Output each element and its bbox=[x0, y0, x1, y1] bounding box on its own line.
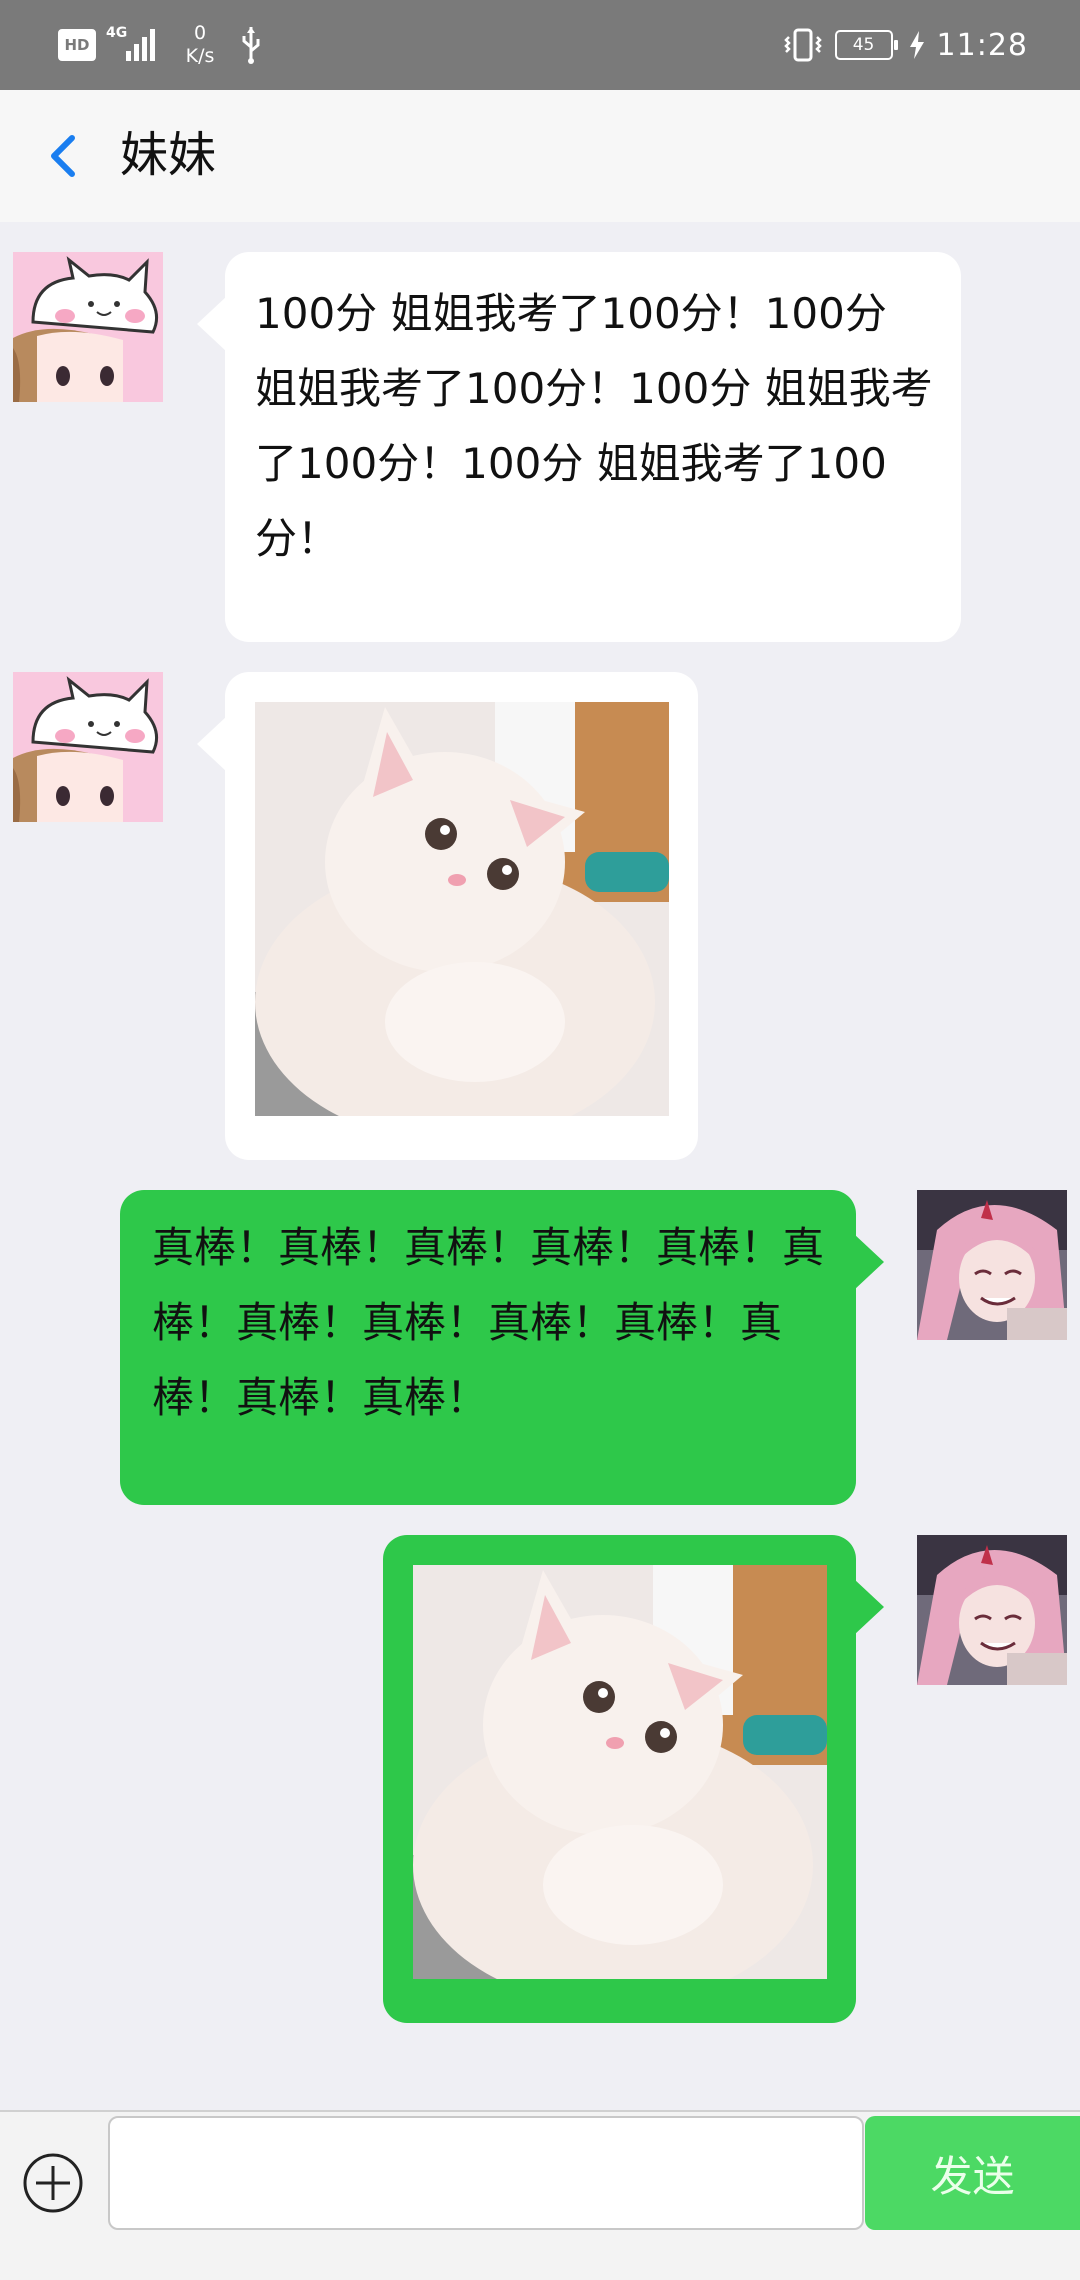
contact-avatar[interactable] bbox=[13, 252, 163, 402]
kitten-photo[interactable] bbox=[413, 1565, 827, 1979]
status-bar: HD 4G 0 K/s 45 11:28 bbox=[0, 0, 1080, 90]
add-attachment-icon[interactable] bbox=[22, 2152, 84, 2214]
outgoing-text-bubble[interactable]: 真棒！真棒！真棒！真棒！真棒！真棒！真棒！真棒！真棒！真棒！真棒！真棒！真棒！ bbox=[120, 1190, 884, 1505]
incoming-text-bubble[interactable]: 100分 姐姐我考了100分！100分 姐姐我考了100分！100分 姐姐我考了… bbox=[197, 252, 961, 642]
network-speed: 0 K/s bbox=[185, 22, 215, 67]
message-text: 100分 姐姐我考了100分！100分 姐姐我考了100分！100分 姐姐我考了… bbox=[255, 289, 933, 563]
kitten-photo[interactable] bbox=[255, 702, 669, 1116]
charging-icon bbox=[909, 31, 924, 59]
usb-icon bbox=[242, 27, 260, 64]
incoming-image-bubble[interactable] bbox=[197, 672, 698, 1160]
message-input[interactable] bbox=[108, 2116, 864, 2230]
my-avatar[interactable] bbox=[917, 1190, 1067, 1340]
clock: 11:28 bbox=[936, 27, 1028, 63]
battery-icon: 45 bbox=[834, 30, 898, 60]
chat-header: 妹妹 bbox=[0, 90, 1080, 222]
contact-avatar[interactable] bbox=[13, 672, 163, 822]
network-type: 4G bbox=[106, 25, 128, 41]
my-avatar[interactable] bbox=[917, 1535, 1067, 1685]
hd-icon: HD bbox=[58, 29, 96, 61]
message-text: 真棒！真棒！真棒！真棒！真棒！真棒！真棒！真棒！真棒！真棒！真棒！真棒！真棒！ bbox=[152, 1223, 825, 1422]
input-bar: 发送 bbox=[0, 2110, 1080, 2280]
signal-icon: 4G bbox=[106, 23, 164, 67]
chat-title: 妹妹 bbox=[120, 127, 217, 183]
send-button[interactable]: 发送 bbox=[865, 2116, 1080, 2230]
vibrate-icon bbox=[783, 28, 822, 62]
outgoing-image-bubble[interactable] bbox=[383, 1535, 884, 2023]
back-arrow-icon[interactable] bbox=[40, 126, 90, 186]
